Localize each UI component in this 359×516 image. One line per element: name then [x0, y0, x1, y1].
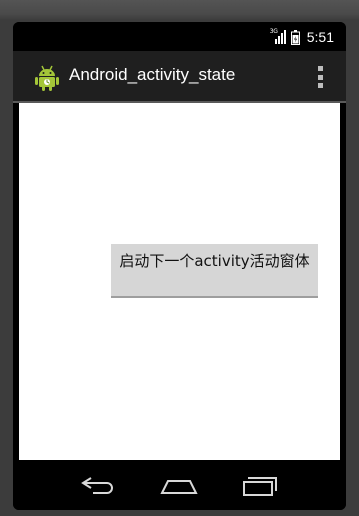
emulator-frame: 3G 5:51 Android_activity_state 启动下一个acti… — [0, 0, 359, 516]
overflow-dot — [317, 74, 323, 80]
device-screen: 3G 5:51 Android_activity_state 启动下一个acti… — [13, 22, 346, 510]
app-title: Android_activity_state — [69, 65, 236, 84]
overflow-menu-icon[interactable] — [316, 66, 324, 88]
back-icon[interactable] — [79, 472, 119, 498]
signal-strength-icon: 3G — [270, 28, 286, 45]
status-bar: 3G 5:51 — [13, 22, 346, 51]
status-icons: 3G 5:51 — [270, 28, 334, 46]
home-icon[interactable] — [159, 472, 199, 498]
action-bar: Android_activity_state — [13, 51, 346, 103]
android-robot-icon[interactable] — [33, 64, 61, 92]
overflow-dot — [317, 66, 323, 71]
recent-apps-icon[interactable] — [240, 472, 280, 498]
battery-icon — [290, 29, 300, 45]
launch-next-activity-button[interactable]: 启动下一个activity活动窗体 — [111, 244, 318, 298]
status-time: 5:51 — [306, 29, 334, 45]
navigation-bar — [13, 460, 346, 510]
activity-content: 启动下一个activity活动窗体 — [19, 103, 340, 460]
overflow-dot — [317, 83, 323, 88]
